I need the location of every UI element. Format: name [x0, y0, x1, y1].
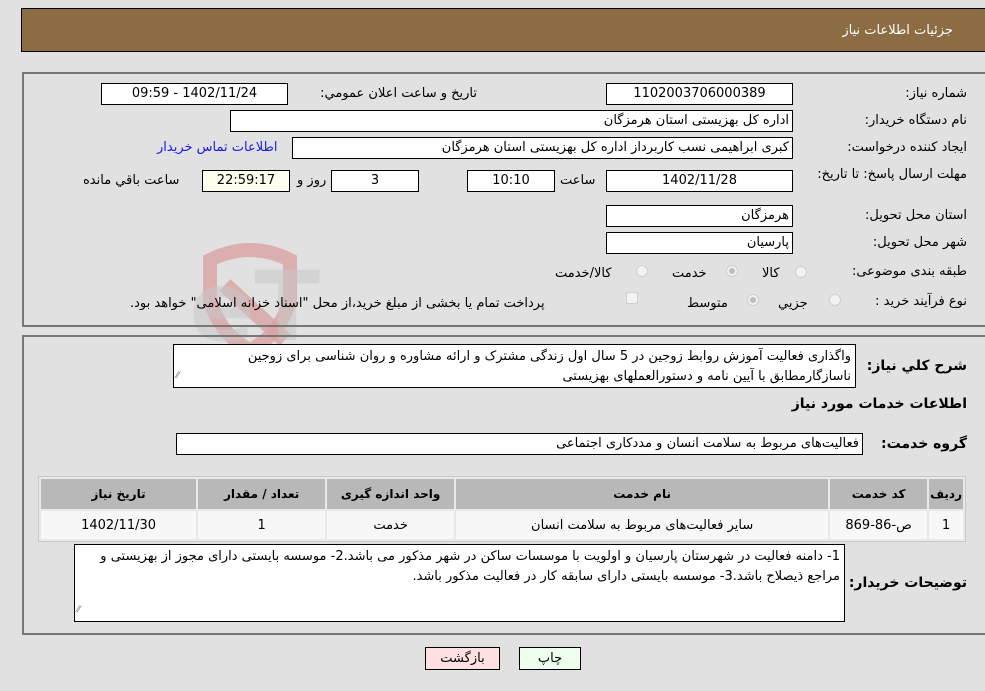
description-text: واگذاری فعالیت آموزش روابط زوجین در 5 سا…	[247, 349, 851, 384]
col-header-service-code: کد خدمت	[830, 479, 928, 509]
process-radio-minor[interactable]	[829, 294, 841, 306]
description-textarea[interactable]: واگذاری فعالیت آموزش روابط زوجین در 5 سا…	[173, 344, 856, 388]
province-field[interactable]: هرمزگان	[606, 205, 793, 227]
treasury-checkbox[interactable]	[626, 292, 638, 304]
days-remaining-field[interactable]: 3	[331, 170, 419, 192]
table-row: 1 ص-86-869 سایر فعالیت‌های مربوط به سلام…	[41, 511, 963, 539]
cell-service-code: ص-86-869	[830, 511, 928, 539]
col-header-unit: واحد اندازه گیری	[327, 479, 455, 509]
back-button[interactable]: بازگشت	[425, 647, 500, 670]
col-header-need-date: تاریخ نیاز	[41, 479, 197, 509]
category-option-service: خدمت	[672, 266, 707, 281]
table-header-row: ردیف کد خدمت نام خدمت واحد اندازه گیری ت…	[41, 479, 963, 509]
resize-grip-icon[interactable]: ⁄⁄	[77, 600, 80, 620]
city-label: شهر محل تحویل:	[872, 235, 967, 250]
buyer-notes-text: 1- دامنه فعالیت در شهرستان پارسیان و اول…	[100, 549, 840, 584]
requester-label: ایجاد کننده درخواست:	[847, 140, 967, 155]
process-label: نوع فرآیند خرید :	[875, 294, 967, 309]
col-header-service-name: نام خدمت	[456, 479, 829, 509]
services-table: ردیف کد خدمت نام خدمت واحد اندازه گیری ت…	[38, 476, 966, 542]
cell-unit: خدمت	[327, 511, 455, 539]
category-label: طبقه بندی موضوعی:	[851, 264, 967, 279]
process-radio-medium[interactable]	[747, 294, 759, 306]
page-header: جزئیات اطلاعات نیاز	[21, 8, 985, 52]
category-radio-goods-service[interactable]	[636, 265, 648, 277]
buyer-notes-textarea[interactable]: 1- دامنه فعالیت در شهرستان پارسیان و اول…	[74, 544, 845, 622]
process-option-medium: متوسط	[687, 296, 728, 311]
category-option-goods-service: کالا/خدمت	[555, 266, 612, 281]
requester-field[interactable]: کبری ابراهیمی نسب کاربرداز اداره کل بهزی…	[292, 137, 793, 159]
print-button[interactable]: چاپ	[519, 647, 581, 670]
days-label: روز و	[297, 173, 327, 188]
description-label: شرح کلي نیاز:	[866, 358, 967, 374]
buyer-org-label: نام دستگاه خریدار:	[864, 113, 967, 128]
cell-quantity: 1	[198, 511, 326, 539]
col-header-row-number: ردیف	[929, 479, 963, 509]
deadline-time-label: ساعت	[560, 173, 596, 188]
need-number-label: شماره نیاز:	[905, 86, 967, 101]
cell-service-name: سایر فعالیت‌های مربوط به سلامت انسان	[456, 511, 829, 539]
deadline-date-field[interactable]: 1402/11/28	[606, 170, 793, 192]
col-header-quantity: تعداد / مقدار	[198, 479, 326, 509]
category-radio-service[interactable]	[726, 265, 738, 277]
services-section-title: اطلاعات خدمات مورد نیاز	[791, 396, 967, 412]
cell-row-number: 1	[929, 511, 963, 539]
buyer-contact-link[interactable]: اطلاعات تماس خریدار	[157, 140, 277, 155]
resize-grip-icon[interactable]: ⁄⁄	[176, 366, 179, 386]
treasury-checkbox-label: پرداخت تمام یا بخشی از مبلغ خرید،از محل …	[130, 296, 545, 311]
deadline-label: مهلت ارسال پاسخ: تا تاریخ:	[817, 167, 967, 182]
announce-datetime-field[interactable]: 1402/11/24 - 09:59	[101, 83, 288, 105]
announce-label: تاریخ و ساعت اعلان عمومي:	[320, 86, 477, 101]
service-group-field[interactable]: فعالیت‌های مربوط به سلامت انسان و مددکار…	[176, 433, 863, 455]
process-option-minor: جزيي	[778, 296, 808, 311]
province-label: استان محل تحویل:	[865, 208, 967, 223]
buyer-notes-label: توضیحات خریدار:	[848, 575, 967, 591]
category-option-goods: کالا	[762, 266, 780, 281]
buyer-org-field[interactable]: اداره کل بهزیستی استان هرمزگان	[230, 110, 793, 132]
page-title: جزئیات اطلاعات نیاز	[842, 23, 953, 38]
city-field[interactable]: پارسیان	[606, 232, 793, 254]
category-radio-goods[interactable]	[795, 266, 807, 278]
cell-need-date: 1402/11/30	[41, 511, 197, 539]
remaining-time-label: ساعت باقي مانده	[83, 173, 180, 188]
service-group-label: گروه خدمت:	[881, 436, 967, 452]
remaining-time-field[interactable]: 22:59:17	[202, 170, 290, 192]
deadline-time-field[interactable]: 10:10	[467, 170, 555, 192]
need-number-field[interactable]: 1102003706000389	[606, 83, 793, 105]
